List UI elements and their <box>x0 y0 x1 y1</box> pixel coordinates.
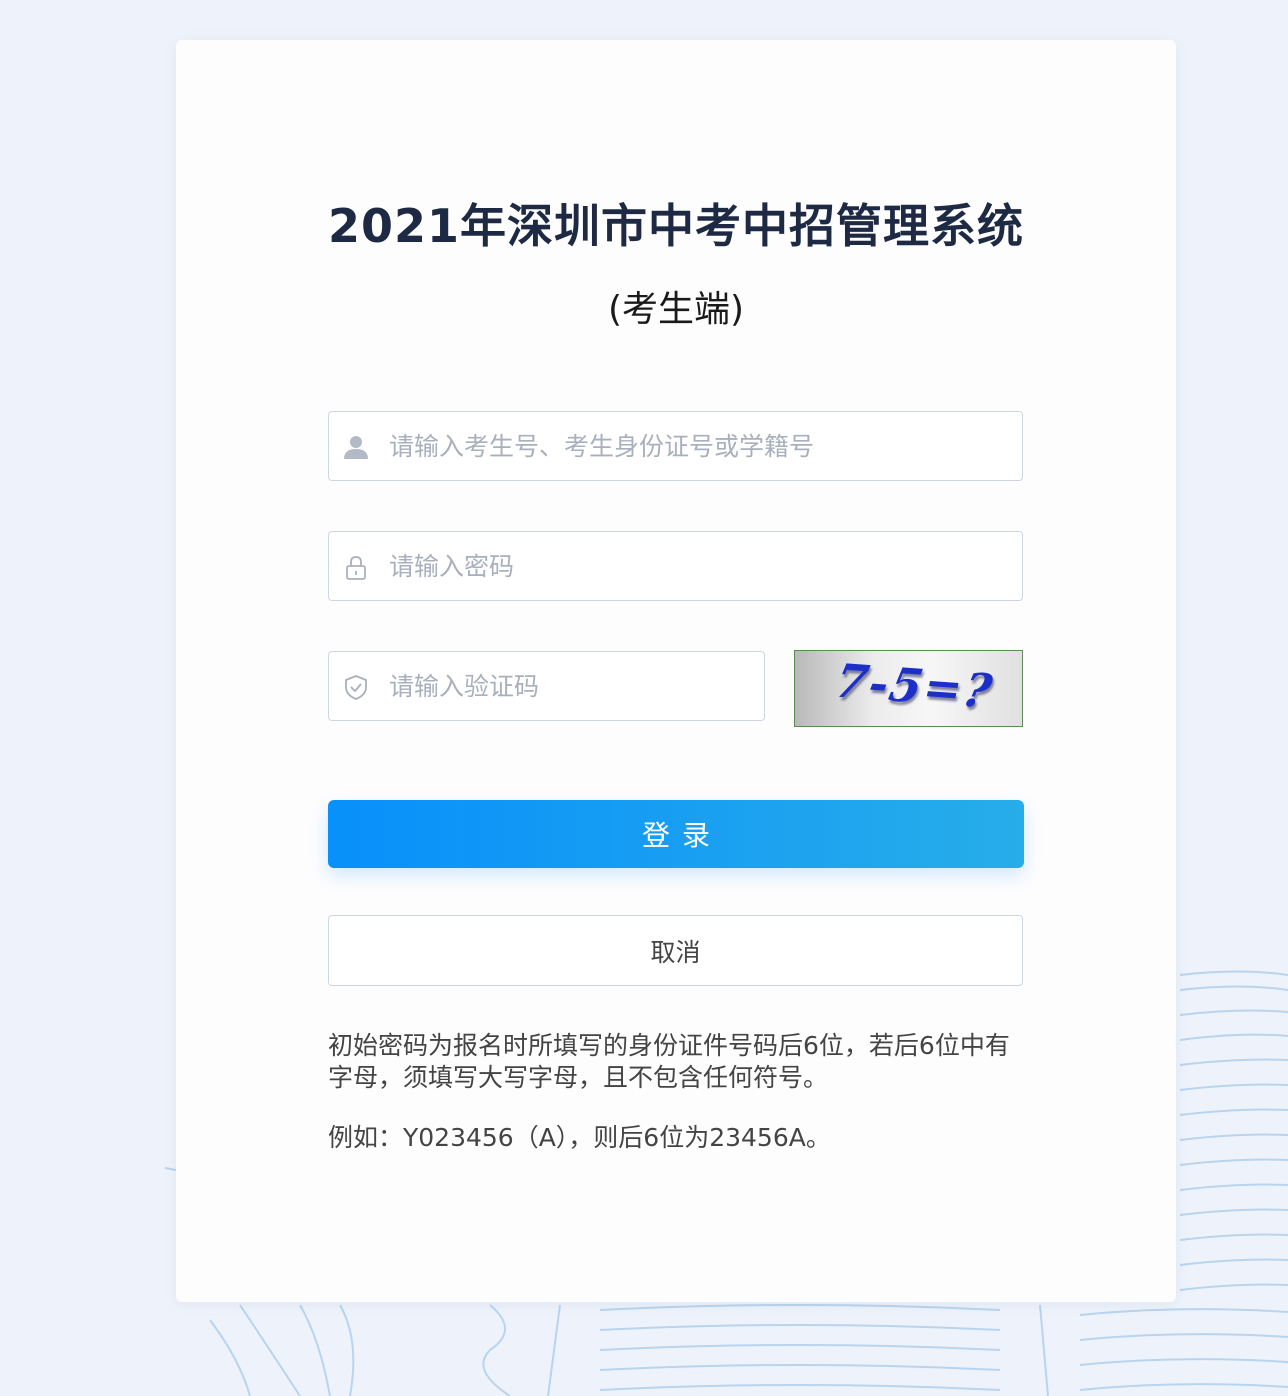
username-input[interactable] <box>389 412 1002 480</box>
username-field[interactable] <box>328 411 1023 481</box>
shield-check-icon <box>345 675 367 700</box>
user-icon <box>344 436 368 459</box>
password-example-note: 例如：Y023456（A），则后6位为23456A。 <box>328 1123 831 1152</box>
captcha-input[interactable] <box>389 652 744 720</box>
cancel-button[interactable]: 取消 <box>328 915 1023 986</box>
captcha-text: 7-5=? <box>830 653 999 719</box>
lock-icon <box>346 556 366 580</box>
page-title: 2021年深圳市中考中招管理系统 <box>327 199 1025 253</box>
password-field[interactable] <box>328 531 1023 601</box>
password-input[interactable] <box>389 532 1002 600</box>
captcha-field[interactable] <box>328 651 765 721</box>
password-rule-note: 初始密码为报名时所填写的身份证件号码后6位，若后6位中有字母，须填写大写字母，且… <box>328 1031 1010 1092</box>
login-card: 2021年深圳市中考中招管理系统 (考生端) 7-5=? 登录 取消 初始密码为… <box>176 40 1176 1302</box>
page-subtitle: (考生端) <box>607 289 745 330</box>
login-button[interactable]: 登录 <box>328 800 1024 868</box>
captcha-image[interactable]: 7-5=? <box>794 650 1023 727</box>
